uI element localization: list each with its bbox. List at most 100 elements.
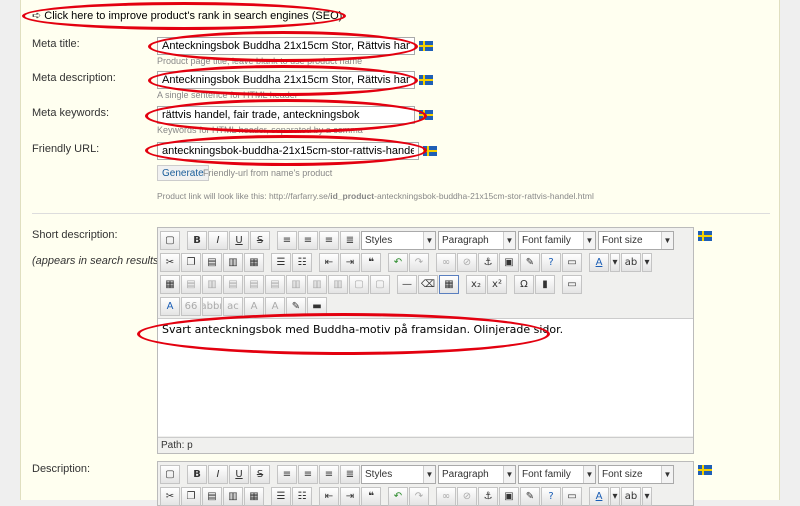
merge-cells-icon[interactable]: ▢	[370, 274, 390, 294]
generate-button[interactable]: Generate	[157, 165, 209, 181]
link-icon[interactable]: ∞	[436, 252, 456, 272]
paragraph-select[interactable]: Paragraph ▼	[438, 230, 516, 250]
styles-select[interactable]: Styles ▼	[361, 230, 436, 250]
outdent-icon[interactable]: ⇤	[319, 486, 339, 506]
insert-col-before-icon[interactable]: ▥	[286, 274, 306, 294]
underline-icon[interactable]: U	[229, 464, 249, 484]
short-description-content[interactable]: Svart anteckningsbok med Buddha-motiv på…	[158, 318, 693, 436]
text-color-icon[interactable]: A	[589, 486, 609, 506]
seo-toggle-label[interactable]: Click here to improve product's rank in …	[44, 10, 342, 22]
split-cells-icon[interactable]: ▢	[349, 274, 369, 294]
swedish-flag-icon[interactable]	[419, 75, 433, 85]
special-char-icon[interactable]: Ω	[514, 274, 534, 294]
numbered-list-icon[interactable]: ☷	[292, 252, 312, 272]
align-center-icon[interactable]: ≡	[298, 464, 318, 484]
text-color-icon[interactable]: A	[589, 252, 609, 272]
link-icon[interactable]: ∞	[436, 486, 456, 506]
swedish-flag-icon[interactable]	[423, 146, 437, 156]
meta-keywords-input[interactable]	[157, 106, 415, 124]
delete-row-icon[interactable]: ▤	[265, 274, 285, 294]
align-right-icon[interactable]: ≡	[319, 230, 339, 250]
delete-col-icon[interactable]: ▥	[328, 274, 348, 294]
bullet-list-icon[interactable]: ☰	[271, 486, 291, 506]
visual-aid-icon[interactable]: ▦	[439, 274, 459, 294]
text-color-dropdown-icon[interactable]: ▾	[610, 252, 620, 272]
font-size-select[interactable]: Font size ▼	[598, 464, 674, 484]
highlight-dropdown-icon[interactable]: ▾	[642, 486, 652, 506]
image-icon[interactable]: ▣	[499, 486, 519, 506]
blockquote-icon[interactable]: ❝	[361, 486, 381, 506]
swedish-flag-icon[interactable]	[419, 110, 433, 120]
styles-select[interactable]: Styles ▼	[361, 464, 436, 484]
copy-icon[interactable]: ❐	[181, 486, 201, 506]
bold-icon[interactable]: B	[187, 464, 207, 484]
align-center-icon[interactable]: ≡	[298, 230, 318, 250]
html-source-icon[interactable]: ▭	[562, 486, 582, 506]
insert-row-after-icon[interactable]: ▤	[244, 274, 264, 294]
anchor-icon[interactable]: ⚓	[478, 486, 498, 506]
indent-icon[interactable]: ⇥	[340, 486, 360, 506]
undo-icon[interactable]: ↶	[388, 252, 408, 272]
indent-icon[interactable]: ⇥	[340, 252, 360, 272]
font-family-select[interactable]: Font family ▼	[518, 230, 596, 250]
swedish-flag-icon[interactable]	[698, 231, 712, 241]
help-icon[interactable]: ?	[541, 252, 561, 272]
cleanup-icon[interactable]: ✎	[520, 252, 540, 272]
acronym-icon[interactable]: ac	[223, 296, 243, 316]
subscript-icon[interactable]: x₂	[466, 274, 486, 294]
highlight-color-icon[interactable]: ab	[621, 486, 641, 506]
paste-text-icon[interactable]: ▥	[223, 486, 243, 506]
font-size-select[interactable]: Font size ▼	[598, 230, 674, 250]
remove-format-icon[interactable]: ⌫	[418, 274, 438, 294]
meta-description-input[interactable]	[157, 71, 415, 89]
seo-toggle[interactable]: ➪ Click here to improve product's rank i…	[32, 9, 342, 22]
row-props-icon[interactable]: ▤	[181, 274, 201, 294]
new-document-icon[interactable]: ▢	[160, 464, 180, 484]
paste-word-icon[interactable]: ▦	[244, 252, 264, 272]
insert-col-after-icon[interactable]: ▥	[307, 274, 327, 294]
align-left-icon[interactable]: ≡	[277, 230, 297, 250]
superscript-icon[interactable]: x²	[487, 274, 507, 294]
del-icon[interactable]: A	[244, 296, 264, 316]
text-color-dropdown-icon[interactable]: ▾	[610, 486, 620, 506]
cleanup-icon[interactable]: ✎	[520, 486, 540, 506]
blockquote-icon[interactable]: ❝	[361, 252, 381, 272]
strikethrough-icon[interactable]: S	[250, 230, 270, 250]
bullet-list-icon[interactable]: ☰	[271, 252, 291, 272]
paste-word-icon[interactable]: ▦	[244, 486, 264, 506]
cut-icon[interactable]: ✂	[160, 252, 180, 272]
swedish-flag-icon[interactable]	[419, 41, 433, 51]
image-icon[interactable]: ▣	[499, 252, 519, 272]
paste-icon[interactable]: ▤	[202, 252, 222, 272]
italic-icon[interactable]: I	[208, 230, 228, 250]
font-family-select[interactable]: Font family ▼	[518, 464, 596, 484]
highlight-color-icon[interactable]: ab	[621, 252, 641, 272]
friendly-url-input[interactable]	[157, 142, 419, 160]
numbered-list-icon[interactable]: ☷	[292, 486, 312, 506]
unlink-icon[interactable]: ⊘	[457, 486, 477, 506]
paste-text-icon[interactable]: ▥	[223, 252, 243, 272]
outdent-icon[interactable]: ⇤	[319, 252, 339, 272]
undo-icon[interactable]: ↶	[388, 486, 408, 506]
insert-row-before-icon[interactable]: ▤	[223, 274, 243, 294]
horizontal-rule-icon[interactable]: —	[397, 274, 417, 294]
styleprops-icon[interactable]: A	[160, 296, 180, 316]
media-icon[interactable]: ▮	[535, 274, 555, 294]
cite-icon[interactable]: 66	[181, 296, 201, 316]
underline-icon[interactable]: U	[229, 230, 249, 250]
paragraph-select[interactable]: Paragraph ▼	[438, 464, 516, 484]
cell-props-icon[interactable]: ▥	[202, 274, 222, 294]
align-right-icon[interactable]: ≡	[319, 464, 339, 484]
abbr-icon[interactable]: abbr	[202, 296, 222, 316]
cut-icon[interactable]: ✂	[160, 486, 180, 506]
ins-icon[interactable]: A	[265, 296, 285, 316]
copy-icon[interactable]: ❐	[181, 252, 201, 272]
html-source-icon[interactable]: ▭	[562, 252, 582, 272]
bold-icon[interactable]: B	[187, 230, 207, 250]
attributes-icon[interactable]: ✎	[286, 296, 306, 316]
fullscreen-icon[interactable]: ▭	[562, 274, 582, 294]
align-justify-icon[interactable]: ≣	[340, 230, 360, 250]
redo-icon[interactable]: ↷	[409, 486, 429, 506]
strikethrough-icon[interactable]: S	[250, 464, 270, 484]
meta-title-input[interactable]	[157, 37, 415, 55]
